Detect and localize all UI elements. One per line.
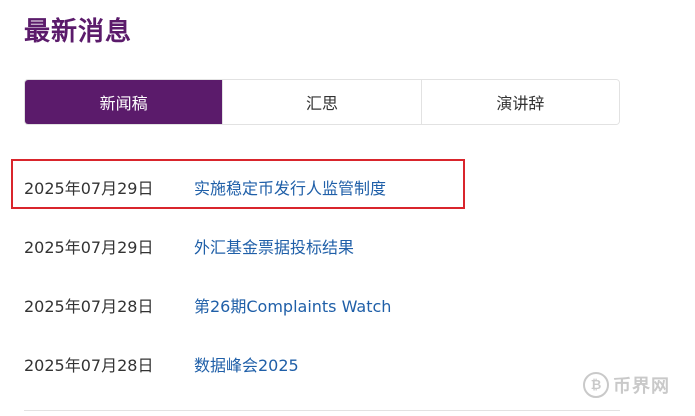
news-date: 2025年07月28日 <box>24 356 154 375</box>
list-item: 2025年07月28日 第26期Complaints Watch <box>0 276 695 334</box>
page: 最新消息 新闻稿 汇思 演讲辞 2025年07月29日 实施稳定币发行人监管制度… <box>0 0 695 416</box>
tab-speeches[interactable]: 演讲辞 <box>420 80 619 124</box>
news-link[interactable]: 外汇基金票据投标结果 <box>194 234 354 258</box>
news-link[interactable]: 数据峰会2025 <box>194 352 299 376</box>
watermark: ₿ 币界网 <box>583 372 670 398</box>
tab-bar: 新闻稿 汇思 演讲辞 <box>24 79 620 125</box>
news-link[interactable]: 第26期Complaints Watch <box>194 293 391 317</box>
news-date: 2025年07月28日 <box>24 297 154 316</box>
watermark-text: 币界网 <box>613 376 670 397</box>
bitcoin-icon: ₿ <box>583 372 609 398</box>
news-date: 2025年07月29日 <box>24 238 154 257</box>
divider <box>24 410 620 411</box>
tab-press-releases[interactable]: 新闻稿 <box>25 80 223 124</box>
tab-insight[interactable]: 汇思 <box>222 80 421 124</box>
list-item: 2025年07月29日 外汇基金票据投标结果 <box>0 217 695 275</box>
page-title: 最新消息 <box>24 17 133 47</box>
highlight-box <box>11 159 465 209</box>
